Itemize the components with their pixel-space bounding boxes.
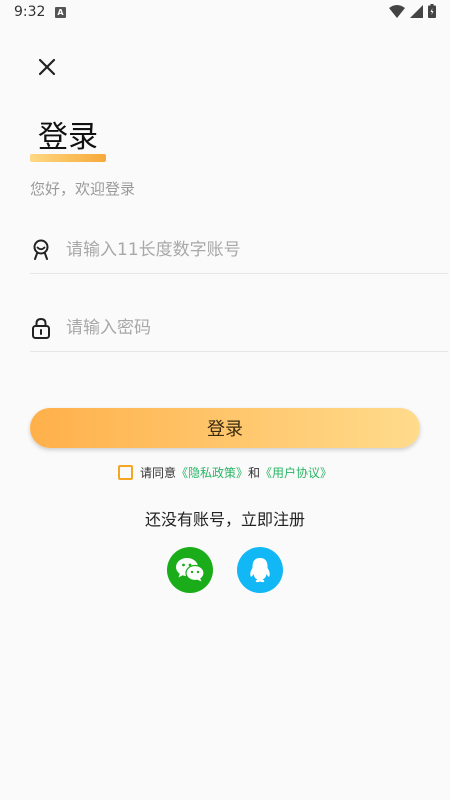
login-screen: 9:32 A 登录 您好，欢迎登录 请输入11长度数字账号 登录 请同意 《隐私… — [0, 0, 450, 800]
wifi-icon — [389, 4, 405, 18]
status-time: 9:32 — [14, 4, 46, 20]
password-field — [30, 304, 448, 352]
close-icon — [38, 58, 56, 76]
user-icon — [30, 239, 52, 261]
close-button[interactable] — [36, 56, 58, 78]
agreement-prefix: 请同意 — [139, 466, 176, 480]
signal-icon — [410, 4, 423, 18]
status-icons — [389, 4, 436, 18]
qq-icon — [250, 558, 270, 583]
status-bar: 9:32 A — [0, 0, 450, 26]
register-link[interactable]: 还没有账号，立即注册 — [0, 506, 450, 530]
agreement-row: 请同意 《隐私政策》 和 《用户协议》 — [0, 464, 450, 481]
wechat-login-button[interactable] — [167, 547, 213, 593]
wechat-icon — [176, 558, 205, 582]
page-title: 登录 — [30, 118, 106, 164]
page-title-text: 登录 — [38, 120, 98, 155]
agreement-checkbox[interactable] — [117, 465, 133, 480]
notification-icon: A — [55, 7, 66, 18]
lock-icon — [30, 317, 52, 339]
user-agreement-link[interactable]: 《用户协议》 — [260, 464, 332, 481]
qq-login-button[interactable] — [237, 547, 283, 593]
login-button[interactable]: 登录 — [30, 408, 420, 448]
welcome-subtitle: 您好，欢迎登录 — [30, 180, 136, 198]
account-input[interactable] — [66, 239, 406, 260]
privacy-policy-link[interactable]: 《隐私政策》 — [176, 464, 248, 481]
battery-icon — [428, 4, 436, 18]
account-field — [30, 226, 448, 274]
agreement-and: 和 — [248, 466, 261, 480]
password-input[interactable] — [66, 317, 406, 338]
